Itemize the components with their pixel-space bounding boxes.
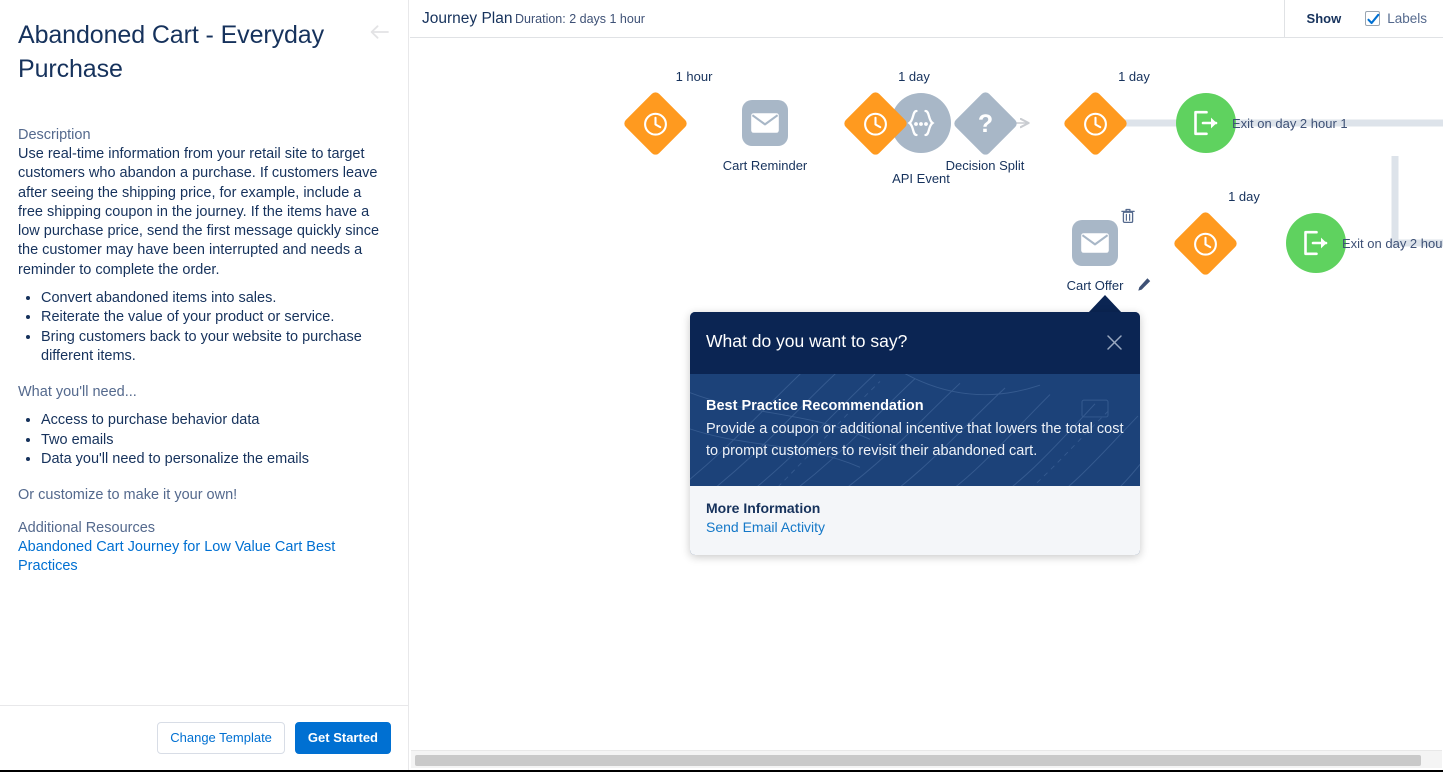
show-label: Show (1306, 11, 1342, 26)
node-exit-2[interactable] (1286, 213, 1346, 273)
wait-label-2: 1 day (898, 69, 930, 84)
node-label-exit-2: Exit on day 2 hour 1 (1342, 236, 1443, 251)
envelope-icon (751, 113, 779, 133)
journey-builder-screen: Abandoned Cart - Everyday Purchase Descr… (0, 0, 1443, 772)
popover-title: What do you want to say? (706, 331, 908, 351)
customize-note: Or customize to make it your own! (18, 487, 238, 504)
node-label-api-event: API Event (892, 171, 950, 186)
exit-node-shape[interactable] (1176, 93, 1236, 153)
node-exit-1[interactable] (1176, 93, 1236, 153)
exit-node-shape[interactable] (1286, 213, 1346, 273)
send-email-activity-link[interactable]: Send Email Activity (706, 519, 825, 535)
clock-icon (643, 111, 669, 137)
envelope-icon (1081, 233, 1109, 253)
close-popover-button[interactable] (1102, 330, 1126, 354)
journey-duration: Duration: 2 days 1 hour (515, 12, 645, 26)
edit-cart-offer-button[interactable] (1137, 277, 1152, 297)
email-node-shape[interactable] (742, 100, 788, 146)
popover-footer-heading: More Information (706, 500, 821, 516)
popover-body-heading: Best Practice Recommendation (706, 398, 924, 414)
popover-body: Best Practice Recommendation Provide a c… (690, 374, 1140, 486)
get-started-button[interactable]: Get Started (294, 722, 391, 754)
email-node-shape[interactable] (1072, 220, 1118, 266)
labels-checkbox[interactable]: Labels (1365, 11, 1427, 26)
resources-heading: Additional Resources (18, 520, 156, 537)
node-wait-3[interactable] (1062, 90, 1129, 157)
node-label-exit-1: Exit on day 2 hour 1 (1232, 116, 1348, 131)
trash-icon (1121, 208, 1135, 224)
benefits-list: Convert abandoned items into sales. Reit… (18, 289, 390, 366)
question-icon: ? (976, 110, 996, 138)
journey-plan-title: Journey Plan (422, 10, 513, 27)
resource-link[interactable]: Abandoned Cart Journey for Low Value Car… (18, 538, 390, 577)
clock-icon (1083, 111, 1109, 137)
popover-header: What do you want to say? (690, 312, 1140, 374)
needs-heading: What you'll need... (18, 384, 137, 401)
node-wait-1[interactable] (622, 90, 689, 157)
wait-label-3: 1 day (1118, 69, 1150, 84)
wait-node-shape[interactable] (1062, 90, 1129, 157)
list-item: Data you'll need to personalize the emai… (41, 450, 390, 469)
collapse-sidebar-button[interactable] (366, 18, 394, 46)
wait-label-4: 1 day (1228, 189, 1260, 204)
list-item: Convert abandoned items into sales. (41, 289, 390, 308)
exit-arrow-icon (1194, 110, 1218, 136)
node-wait-4[interactable] (1172, 210, 1239, 277)
best-practice-popover: What do you want to say? Best Practice R… (690, 312, 1140, 555)
description-heading: Description (18, 127, 91, 143)
node-cart-offer[interactable] (1072, 220, 1118, 266)
page-title: Abandoned Cart - Everyday Purchase (18, 21, 325, 83)
sidebar-footer: Change Template Get Started (0, 705, 408, 770)
journey-plan-header: Journey Plan Duration: 2 days 1 hour Sho… (410, 0, 1443, 38)
list-item: Access to purchase behavior data (41, 411, 390, 430)
node-label-cart-reminder: Cart Reminder (722, 158, 808, 173)
wait-node-shape[interactable] (1172, 210, 1239, 277)
list-item: Two emails (41, 431, 390, 450)
svg-text:?: ? (978, 110, 993, 138)
exit-arrow-icon (1304, 230, 1328, 256)
arrow-left-icon (370, 25, 389, 39)
show-options-group: Show Labels (1283, 0, 1443, 37)
list-item: Bring customers back to your website to … (41, 328, 390, 367)
check-icon (1367, 13, 1380, 25)
decision-node-shape[interactable]: ? (952, 90, 1019, 157)
list-item: Reiterate the value of your product or s… (41, 308, 390, 327)
scrollbar-thumb[interactable] (415, 755, 1421, 766)
node-decision-split[interactable]: ? (952, 90, 1019, 157)
sidebar-content: Abandoned Cart - Everyday Purchase Descr… (0, 0, 408, 705)
node-cart-reminder[interactable] (742, 100, 788, 146)
pencil-icon (1138, 278, 1151, 291)
clock-icon (863, 111, 889, 137)
description-body: Use real-time information from your reta… (18, 146, 380, 278)
clock-icon (1193, 231, 1219, 257)
delete-cart-offer-button[interactable] (1121, 208, 1135, 229)
api-braces-icon (907, 109, 935, 137)
checkbox-box[interactable] (1365, 11, 1381, 26)
popover-tail (1088, 295, 1122, 313)
change-template-button[interactable]: Change Template (157, 722, 285, 754)
popover-body-text: Provide a coupon or additional incentive… (706, 421, 1124, 459)
node-wait-2[interactable] (842, 90, 909, 157)
template-details-sidebar: Abandoned Cart - Everyday Purchase Descr… (0, 0, 409, 770)
popover-footer: More Information Send Email Activity (690, 486, 1140, 555)
horizontal-scrollbar[interactable] (411, 750, 1442, 768)
wait-node-shape[interactable] (622, 90, 689, 157)
wait-node-shape[interactable] (842, 90, 909, 157)
close-icon (1106, 334, 1122, 350)
wait-label-1: 1 hour (675, 69, 713, 84)
needs-list: Access to purchase behavior data Two ema… (18, 411, 390, 469)
node-label-decision-split: Decision Split (945, 158, 1025, 173)
labels-checkbox-label: Labels (1387, 11, 1427, 26)
popover-body-content: Best Practice Recommendation Provide a c… (706, 396, 1124, 462)
